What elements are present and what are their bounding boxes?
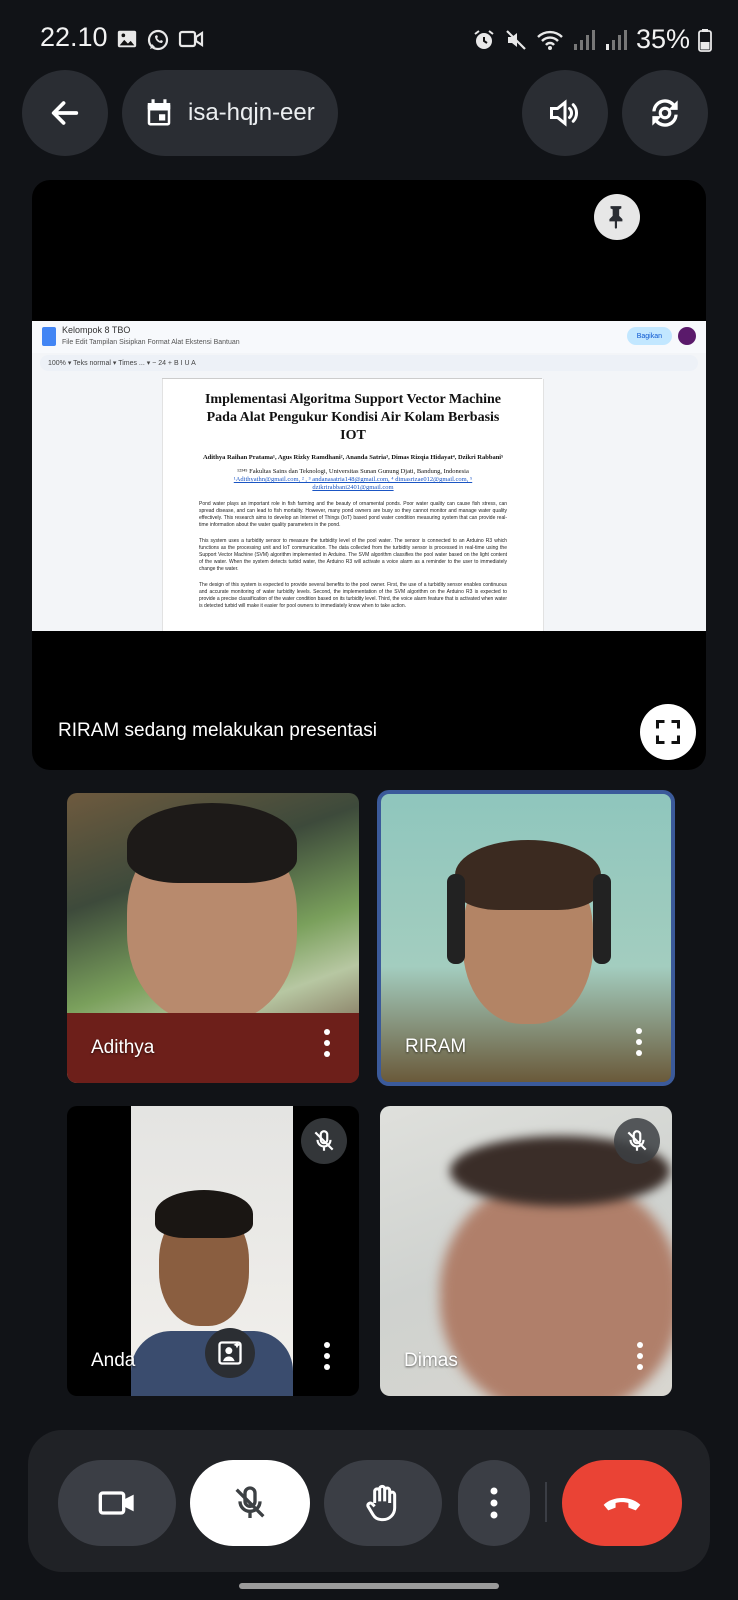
signal-icon-2	[605, 29, 627, 50]
meeting-info-button[interactable]: isa-hqjn-eer	[122, 70, 338, 156]
shared-screen: Kelompok 8 TBO File Edit Tampilan Sisipk…	[32, 321, 706, 631]
dot	[324, 1353, 330, 1359]
more-options-button[interactable]	[458, 1460, 530, 1546]
mute-icon	[506, 29, 526, 50]
mic-toggle-button[interactable]	[190, 1460, 310, 1546]
docs-header: Kelompok 8 TBO File Edit Tampilan Sisipk…	[32, 321, 706, 353]
presentation-panel[interactable]: Kelompok 8 TBO File Edit Tampilan Sisipk…	[32, 180, 706, 770]
doc-paragraph-2: This system uses a turbidity sensor to m…	[199, 538, 507, 572]
fullscreen-button[interactable]	[640, 704, 696, 760]
doc-name: Kelompok 8 TBO	[62, 325, 131, 335]
more-options-button[interactable]	[629, 1024, 649, 1060]
gallery-icon	[117, 30, 137, 48]
end-call-button[interactable]	[562, 1460, 682, 1546]
alarm-icon	[474, 29, 494, 49]
switch-camera-button[interactable]	[622, 70, 708, 156]
dot	[324, 1364, 330, 1370]
doc-authors: Adithya Raihan Pratama¹, Agus Rizky Ramd…	[202, 454, 504, 461]
dot	[324, 1342, 330, 1348]
video-notification-icon	[178, 30, 204, 48]
arrow-back-icon	[51, 101, 79, 125]
end-call-icon	[603, 1497, 641, 1511]
more-vert-icon	[490, 1487, 498, 1519]
docs-menu: File Edit Tampilan Sisipkan Format Alat …	[62, 339, 240, 346]
hand-icon	[366, 1484, 397, 1522]
dot	[324, 1029, 330, 1035]
battery-icon	[698, 28, 712, 52]
dot	[324, 1051, 330, 1057]
raise-hand-button[interactable]	[324, 1460, 442, 1546]
doc-page: Implementasi Algoritma Support Vector Ma…	[162, 379, 544, 631]
whatsapp-icon	[147, 29, 169, 51]
mic-off-icon	[627, 1130, 647, 1151]
doc-title: Implementasi Algoritma Support Vector Ma…	[204, 392, 502, 443]
dot	[636, 1050, 642, 1056]
participant-name: RIRAM	[405, 1036, 467, 1057]
participant-tile-self[interactable]: Anda	[67, 1106, 359, 1396]
dot	[637, 1353, 643, 1359]
docs-toolbar: 100% ▾ Teks normal ▾ Times ... ▾ − 24 + …	[40, 355, 698, 371]
meeting-code: isa-hqjn-eer	[188, 99, 315, 126]
participant-tile-riram[interactable]: RIRAM	[377, 790, 675, 1086]
participant-name: Dimas	[404, 1350, 458, 1371]
effects-icon	[218, 1341, 242, 1365]
doc-emails: ¹Adithyathn@gmail.com, ² , ³ andanasatri…	[233, 476, 473, 491]
speaker-icon	[550, 99, 578, 127]
docs-avatar	[678, 327, 696, 345]
headphones	[447, 874, 465, 964]
more-options-button[interactable]	[630, 1338, 650, 1374]
more-options-button[interactable]	[317, 1338, 337, 1374]
doc-paragraph-1: Pond water plays an important role in fi…	[199, 501, 507, 528]
battery-level: 35%	[635, 24, 690, 54]
audio-output-button[interactable]	[522, 70, 608, 156]
participant-name: Adithya	[91, 1037, 155, 1058]
muted-badge	[301, 1118, 347, 1164]
doc-paragraph-3: The design of this system is expected to…	[199, 582, 507, 609]
camera-icon	[98, 1491, 134, 1515]
dot	[636, 1039, 642, 1045]
wifi-icon	[537, 30, 563, 50]
doc-affiliation: ¹²³⁴⁵ Fakultas Sains dan Teknologi, Univ…	[237, 468, 469, 475]
docs-share-button: Bagikan	[626, 327, 672, 345]
camera-toggle-button[interactable]	[58, 1460, 176, 1546]
mic-off-icon	[314, 1130, 334, 1151]
divider	[545, 1482, 547, 1522]
system-status-icons: 35%	[472, 24, 712, 55]
calendar-icon	[147, 99, 171, 126]
dot	[637, 1342, 643, 1348]
participant-tile-dimas[interactable]: Dimas	[380, 1106, 672, 1396]
flip-camera-icon	[652, 99, 678, 127]
muted-badge	[614, 1118, 660, 1164]
fullscreen-icon	[655, 719, 681, 745]
docs-logo-icon	[42, 327, 56, 346]
dot	[636, 1028, 642, 1034]
dot	[324, 1040, 330, 1046]
call-controls	[28, 1430, 710, 1572]
status-time: 22.10	[40, 22, 108, 52]
pin-icon	[609, 206, 623, 229]
participant-tile-adithya[interactable]: Adithya	[67, 793, 359, 1083]
mic-off-icon	[235, 1486, 265, 1518]
dot	[637, 1364, 643, 1370]
pin-button[interactable]	[594, 194, 640, 240]
home-indicator[interactable]	[239, 1583, 499, 1589]
visual-effects-button[interactable]	[205, 1328, 255, 1378]
more-options-button[interactable]	[317, 1025, 337, 1061]
notification-icons	[116, 28, 204, 52]
presenting-label: RIRAM sedang melakukan presentasi	[58, 720, 377, 741]
signal-icon	[573, 29, 595, 50]
back-button[interactable]	[22, 70, 108, 156]
participant-name: Anda	[91, 1350, 136, 1371]
